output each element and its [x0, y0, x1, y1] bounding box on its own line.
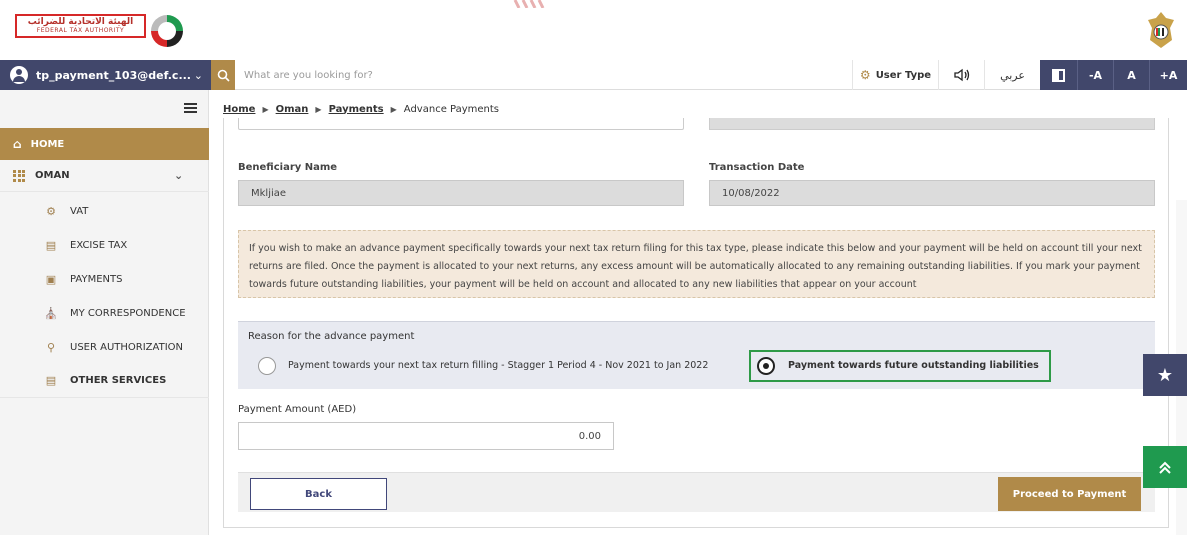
font-increase-button[interactable]: +A: [1149, 60, 1187, 90]
sidebar-item-label: USER AUTHORIZATION: [70, 341, 183, 353]
text-to-speech-button[interactable]: [938, 60, 984, 90]
logo-english-text: FEDERAL TAX AUTHORITY: [36, 27, 125, 34]
sidebar-item-label: OMAN: [35, 170, 70, 181]
user-type-label: User Type: [875, 69, 932, 81]
selected-option-highlight: Payment towards future outstanding liabi…: [749, 350, 1051, 382]
user-key-icon: ⚲: [46, 340, 56, 354]
grid-icon: [13, 169, 25, 182]
payments-icon: ▣: [45, 272, 57, 286]
header: الهيئة الاتحادية للضرائب FEDERAL TAX AUT…: [0, 0, 1187, 60]
sidebar-toggle: [0, 90, 209, 128]
sidebar-item-excise-tax[interactable]: ▤ EXCISE TAX: [0, 228, 209, 262]
search-input[interactable]: [244, 66, 804, 84]
breadcrumb-home-link[interactable]: Home: [223, 104, 255, 115]
font-decrease-button[interactable]: -A: [1077, 60, 1113, 90]
top-navbar: tp_payment_103@def.c... ⌄ ⚙ User Type عر…: [0, 60, 1187, 90]
breadcrumb-arrow-icon: ▶: [390, 104, 397, 114]
radio-next-tax-return[interactable]: [258, 357, 276, 375]
home-icon: ⌂: [13, 137, 22, 151]
contrast-icon: [1052, 68, 1065, 82]
radio-future-liabilities[interactable]: [757, 357, 775, 375]
back-button[interactable]: Back: [250, 478, 387, 510]
breadcrumb-payments-link[interactable]: Payments: [329, 104, 384, 115]
sidebar-item-oman[interactable]: OMAN ⌄: [0, 160, 209, 192]
gear-icon: ⚙: [859, 68, 871, 82]
sidebar-item-vat[interactable]: ⚙ VAT: [0, 194, 209, 228]
breadcrumb-oman-link[interactable]: Oman: [276, 104, 309, 115]
sidebar-item-label: HOME: [30, 138, 65, 150]
double-chevron-up-icon: [1159, 461, 1171, 474]
beneficiary-name-label: Beneficiary Name: [238, 162, 338, 173]
search-icon: [217, 69, 230, 82]
transaction-date-label: Transaction Date: [709, 162, 805, 173]
sidebar-item-label: MY CORRESPONDENCE: [70, 307, 186, 319]
sidebar-item-other-services[interactable]: ▤ OTHER SERVICES: [0, 364, 209, 398]
speaker-icon: [953, 68, 969, 82]
breadcrumb-current: Advance Payments: [403, 103, 500, 115]
breadcrumb-arrow-icon: ▶: [262, 104, 269, 114]
sidebar-item-label: OTHER SERVICES: [70, 375, 167, 386]
advance-payment-form: Beneficiary Name Mkljiae Transaction Dat…: [223, 118, 1169, 528]
payment-amount-label: Payment Amount (AED): [238, 404, 357, 415]
sidebar-item-label: EXCISE TAX: [70, 239, 128, 251]
fta-logo-mark-icon: [151, 15, 183, 47]
fta-logo[interactable]: الهيئة الاتحادية للضرائب FEDERAL TAX AUT…: [15, 14, 146, 38]
excise-icon: ▤: [45, 238, 57, 252]
proceed-to-payment-button[interactable]: Proceed to Payment: [998, 477, 1141, 511]
beneficiary-name-field: Mkljiae: [238, 180, 684, 206]
advance-payment-info-notice: If you wish to make an advance payment s…: [238, 230, 1155, 298]
user-avatar-icon: [10, 66, 28, 84]
reason-section: Reason for the advance payment Payment t…: [238, 321, 1155, 389]
decorative-mark: [513, 0, 545, 8]
sidebar-item-payments[interactable]: ▣ PAYMENTS: [0, 262, 209, 296]
sidebar-item-my-correspondence[interactable]: ⛪ MY CORRESPONDENCE: [0, 296, 209, 330]
sidebar-item-user-authorization[interactable]: ⚲ USER AUTHORIZATION: [0, 330, 209, 364]
transaction-date-field: 10/08/2022: [709, 180, 1155, 206]
payment-amount-input[interactable]: [238, 422, 614, 450]
option-next-tax-return-label: Payment towards your next tax return fil…: [288, 360, 709, 371]
scroll-to-top-button[interactable]: [1143, 446, 1187, 488]
hamburger-menu-icon[interactable]: [184, 103, 197, 113]
partial-field-left[interactable]: [238, 118, 684, 130]
sidebar-item-label: PAYMENTS: [70, 273, 123, 285]
partial-field-right: [709, 118, 1155, 130]
language-arabic-button[interactable]: عربي: [984, 60, 1040, 90]
breadcrumb-arrow-icon: ▶: [315, 104, 322, 114]
vat-icon: ⚙: [46, 204, 56, 218]
user-type-button[interactable]: ⚙ User Type: [852, 60, 938, 90]
reason-title: Reason for the advance payment: [248, 331, 415, 342]
chevron-down-icon: ⌄: [174, 169, 184, 182]
favorite-star-button[interactable]: ★: [1143, 354, 1187, 396]
bank-icon: ⛪: [44, 306, 58, 320]
form-actions-bar: Back Proceed to Payment: [238, 472, 1155, 512]
document-icon: ▤: [45, 374, 57, 387]
font-normal-button[interactable]: A: [1113, 60, 1149, 90]
sidebar-item-home[interactable]: ⌂ HOME: [0, 128, 209, 160]
option-future-liabilities-label: Payment towards future outstanding liabi…: [788, 360, 1039, 371]
star-icon: ★: [1156, 364, 1174, 386]
search-button[interactable]: [211, 60, 235, 90]
user-email: tp_payment_103@def.c...: [36, 68, 191, 82]
contrast-toggle-button[interactable]: [1040, 60, 1077, 90]
user-dropdown[interactable]: tp_payment_103@def.c... ⌄: [0, 60, 211, 90]
sidebar: ⌂ HOME OMAN ⌄ ⚙ VAT ▤ EXCISE TAX ▣ PAYME…: [0, 90, 209, 535]
sidebar-item-label: VAT: [70, 205, 89, 217]
uae-emblem-icon: [1148, 12, 1174, 48]
chevron-down-icon: ⌄: [193, 68, 203, 82]
logo-arabic-text: الهيئة الاتحادية للضرائب: [27, 17, 134, 27]
